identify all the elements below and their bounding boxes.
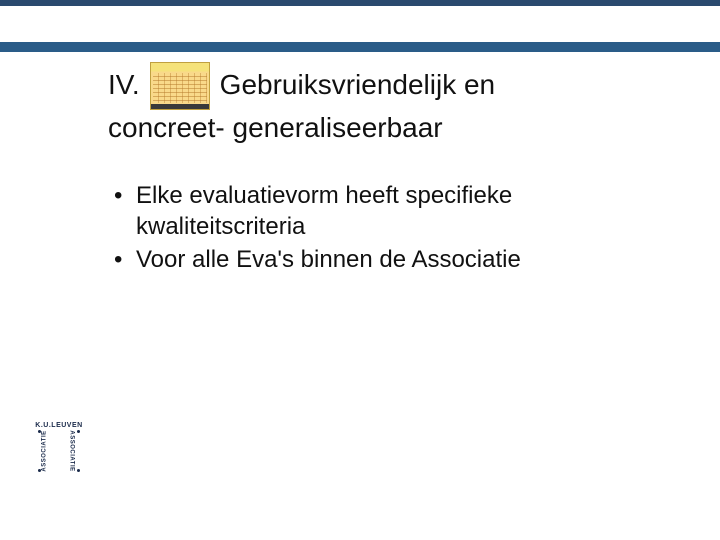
title-numeral: IV. <box>108 68 140 102</box>
slide-title-row: IV. Gebruiksvriendelijk en <box>108 68 668 110</box>
list-item: • Elke evaluatievorm heeft specifieke kw… <box>108 180 668 242</box>
logo-dot <box>77 469 80 472</box>
logo-dot <box>77 430 80 433</box>
bullet-mark: • <box>108 244 136 275</box>
spreadsheet-icon <box>150 62 210 110</box>
title-text-line1: Gebruiksvriendelijk en <box>220 68 495 102</box>
title-text-line2: concreet- generaliseerbaar <box>108 112 668 144</box>
logo-dot <box>38 430 41 433</box>
bullet-mark: • <box>108 180 136 211</box>
logo-text-right: ASSOCIATIE <box>68 430 74 471</box>
logo-ring: K.U.LEUVEN ASSOCIATIE ASSOCIATIE <box>30 422 88 480</box>
logo-dot <box>38 469 41 472</box>
slide-header-divider <box>0 42 720 52</box>
slide-top-border <box>0 0 720 6</box>
logo-text-left: ASSOCIATIE <box>42 430 48 471</box>
associatie-kuleuven-logo: K.U.LEUVEN ASSOCIATIE ASSOCIATIE <box>30 422 88 480</box>
logo-text-top: K.U.LEUVEN <box>35 422 82 429</box>
bullet-list: • Elke evaluatievorm heeft specifieke kw… <box>108 180 668 276</box>
bullet-text: Voor alle Eva's binnen de Associatie <box>136 244 668 275</box>
slide-content: IV. Gebruiksvriendelijk en concreet- gen… <box>108 68 668 278</box>
bullet-text: Elke evaluatievorm heeft specifieke kwal… <box>136 180 668 242</box>
list-item: • Voor alle Eva's binnen de Associatie <box>108 244 668 275</box>
